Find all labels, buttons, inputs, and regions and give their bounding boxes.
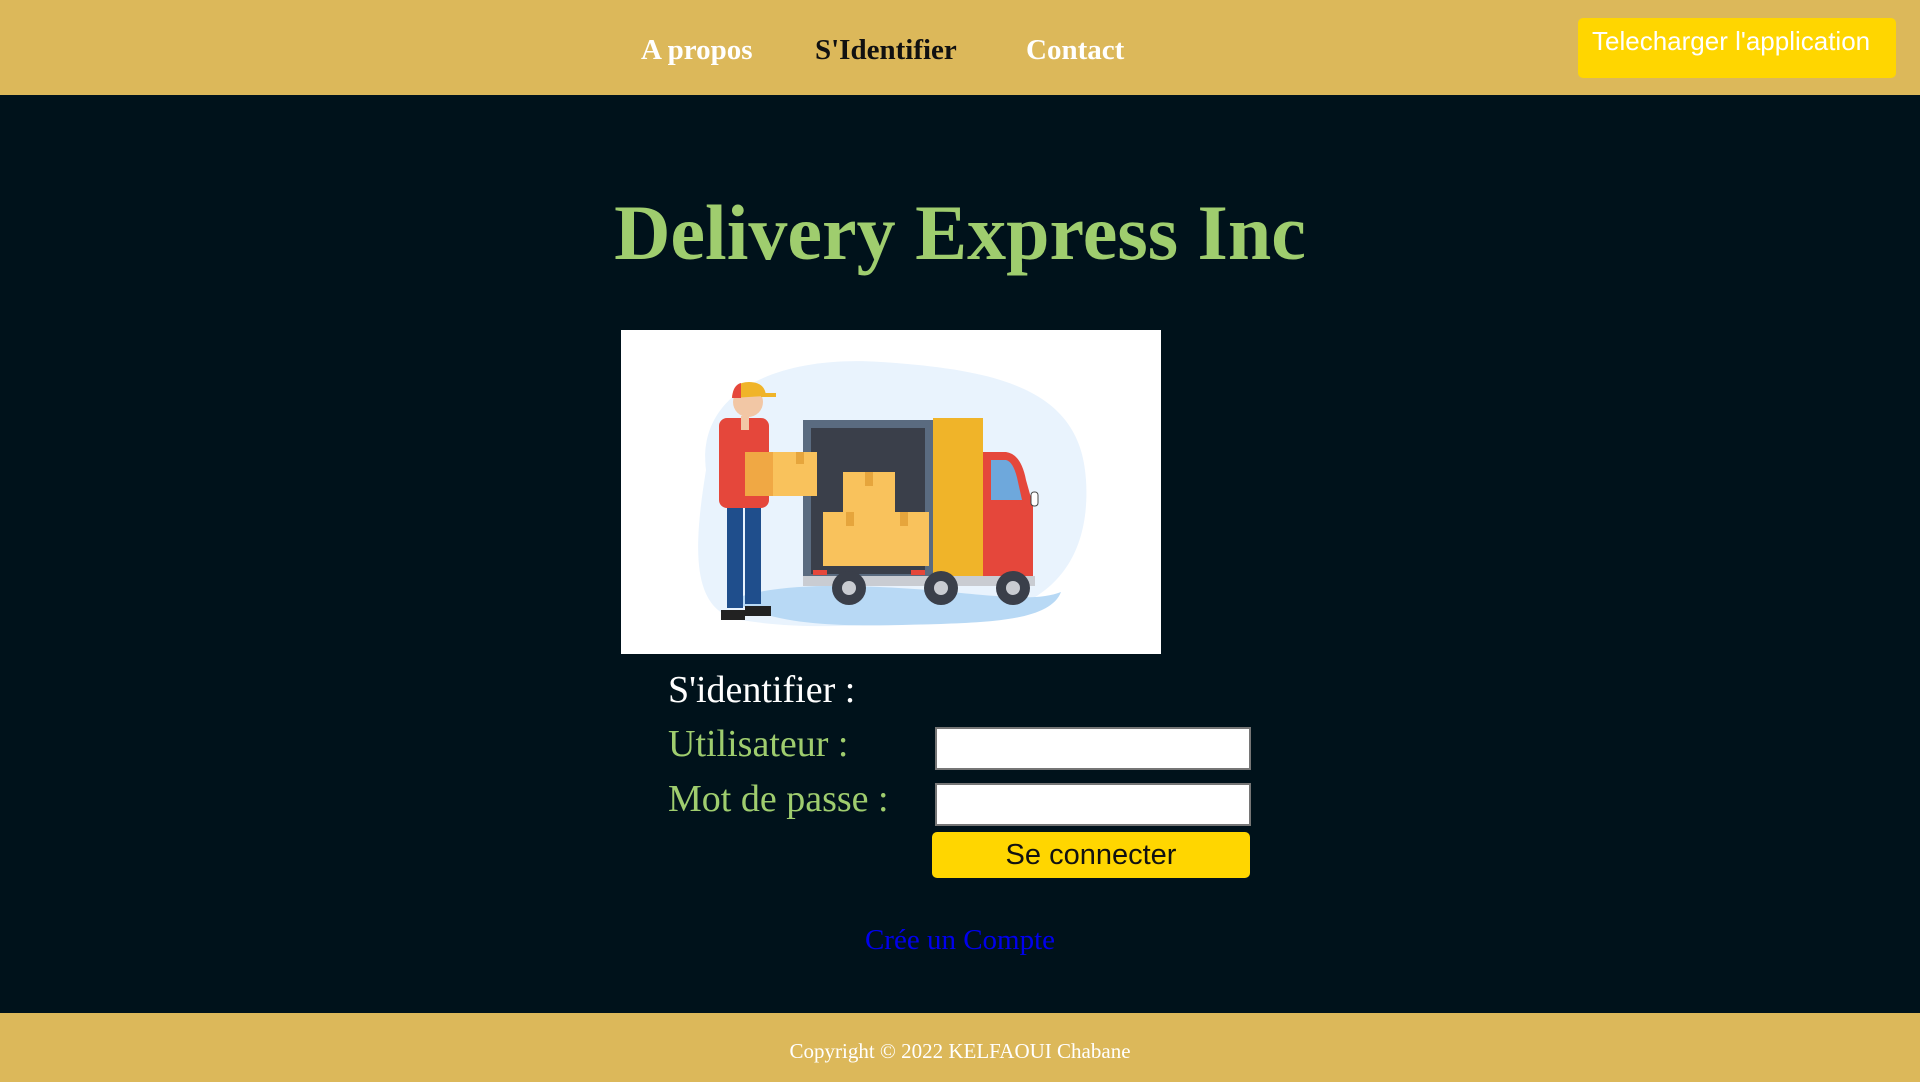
download-app-button[interactable]: Telecharger l'application — [1578, 18, 1896, 78]
nav-link-s-identifier[interactable]: S'Identifier — [815, 34, 957, 67]
create-account-link[interactable]: Crée un Compte — [0, 924, 1920, 957]
password-label: Mot de passe : — [668, 778, 889, 820]
delivery-truck-illustration — [698, 361, 1087, 627]
login-heading: S'identifier : — [668, 669, 856, 711]
username-label: Utilisateur : — [668, 723, 849, 765]
username-input[interactable] — [935, 727, 1251, 770]
password-input[interactable] — [935, 783, 1251, 826]
top-navbar: A propos S'Identifier Contact Telecharge… — [0, 0, 1920, 95]
nav-link-a-propos[interactable]: A propos — [641, 34, 752, 67]
footer: Copyright © 2022 KELFAOUI Chabane — [0, 1013, 1920, 1082]
copyright-text: Copyright © 2022 KELFAOUI Chabane — [789, 1039, 1131, 1063]
nav-link-contact[interactable]: Contact — [1026, 34, 1124, 67]
page-title: Delivery Express Inc — [614, 189, 1306, 276]
delivery-illustration — [621, 330, 1161, 654]
login-button[interactable]: Se connecter — [932, 832, 1250, 878]
